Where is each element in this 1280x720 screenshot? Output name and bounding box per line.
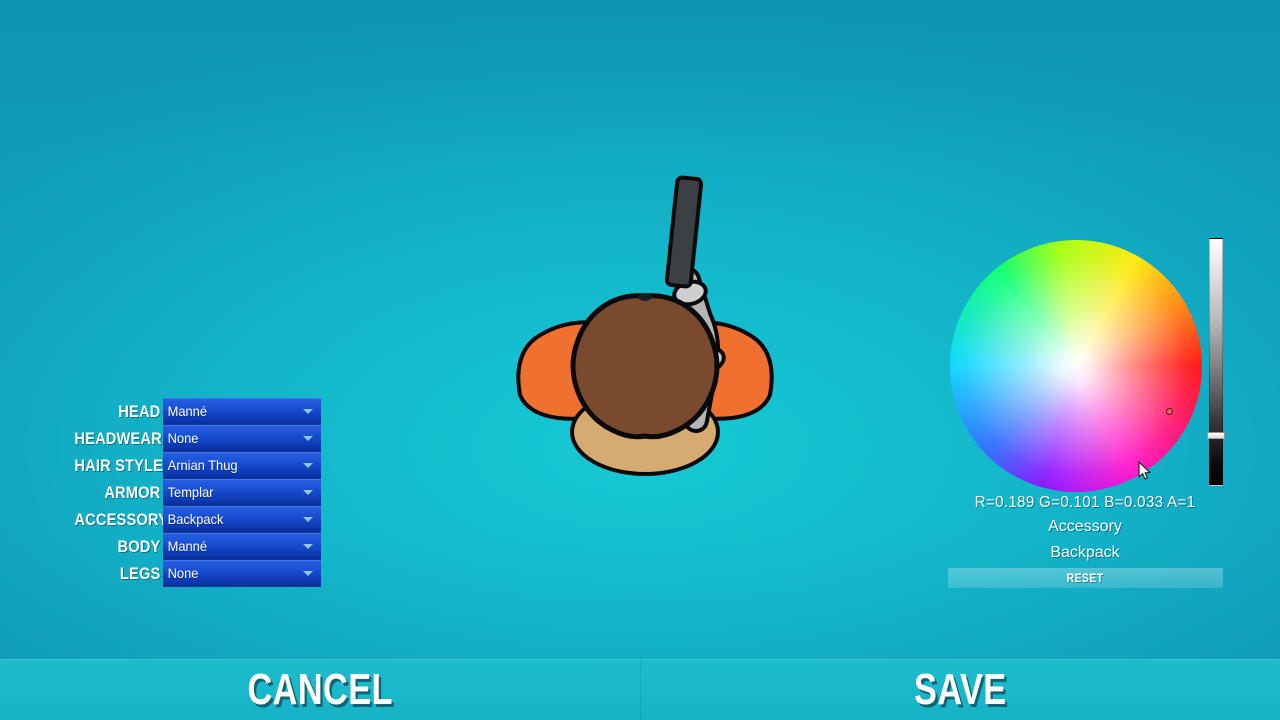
option-label-headwear: HEADWEAR (74, 429, 162, 448)
option-row-legs[interactable]: LEGS None (60, 560, 322, 587)
option-dropdown-legs[interactable]: None (163, 560, 321, 587)
chevron-down-icon (303, 544, 313, 549)
option-value-legs: None (167, 564, 199, 581)
option-value-hair-style: Arnian Thug (167, 456, 238, 473)
option-row-headwear[interactable]: HEADWEAR None (60, 425, 322, 452)
bottom-action-bar: CANCEL SAVE (0, 659, 1280, 720)
brightness-slider[interactable] (1209, 238, 1223, 486)
option-row-body[interactable]: BODY Manné (60, 533, 322, 560)
option-value-head: Manné (167, 402, 207, 419)
option-dropdown-hair-style[interactable]: Arnian Thug (163, 452, 321, 479)
character-preview[interactable] (500, 160, 790, 480)
option-label-hair-style: HAIR STYLE (74, 456, 164, 475)
option-value-accessory: Backpack (167, 510, 224, 527)
option-value-body: Manné (167, 537, 207, 554)
reset-button-label: RESET (1067, 571, 1104, 585)
character-customization-screen: HEAD Manné HEADWEAR None HAIR STYLE Arni… (0, 0, 1280, 720)
option-value-armor: Templar (167, 483, 214, 500)
color-wheel[interactable] (950, 240, 1202, 492)
cancel-button[interactable]: CANCEL (0, 659, 640, 720)
chevron-down-icon (303, 409, 313, 414)
mouse-cursor-icon (1138, 461, 1152, 481)
chevron-down-icon (303, 436, 313, 441)
option-label-legs: LEGS (119, 564, 161, 583)
option-label-accessory: ACCESSORY (74, 510, 169, 529)
color-wheel-selection-marker[interactable] (1166, 408, 1173, 415)
reset-button[interactable]: RESET (948, 568, 1223, 588)
chevron-down-icon (303, 517, 313, 522)
save-button-label: SAVE (913, 664, 1007, 714)
cancel-button-label: CANCEL (247, 664, 393, 714)
color-target-category: Accessory (1048, 518, 1122, 535)
option-dropdown-accessory[interactable]: Backpack (163, 506, 321, 533)
character-model (516, 175, 774, 476)
option-row-accessory[interactable]: ACCESSORY Backpack (60, 506, 322, 533)
color-target-item: Backpack (1050, 544, 1120, 561)
option-label-armor: ARMOR (104, 483, 161, 502)
option-row-armor[interactable]: ARMOR Templar (60, 479, 322, 506)
option-row-head[interactable]: HEAD Manné (60, 398, 322, 425)
option-label-body: BODY (117, 537, 161, 556)
option-dropdown-head[interactable]: Manné (163, 398, 321, 425)
rgb-readout: R=0.189 G=0.101 B=0.033 A=1 (974, 494, 1196, 511)
chevron-down-icon (303, 463, 313, 468)
option-value-headwear: None (167, 429, 199, 446)
option-dropdown-headwear[interactable]: None (163, 425, 321, 452)
option-row-hair-style[interactable]: HAIR STYLE Arnian Thug (60, 452, 322, 479)
customization-options-panel: HEAD Manné HEADWEAR None HAIR STYLE Arni… (60, 398, 322, 587)
hair (570, 293, 720, 440)
option-dropdown-body[interactable]: Manné (163, 533, 321, 560)
save-button[interactable]: SAVE (640, 659, 1280, 720)
color-picker-panel: R=0.189 G=0.101 B=0.033 A=1 Accessory Ba… (940, 232, 1230, 592)
chevron-down-icon (303, 490, 313, 495)
option-label-head: HEAD (118, 402, 161, 421)
brightness-slider-handle[interactable] (1207, 432, 1225, 439)
option-dropdown-armor[interactable]: Templar (163, 479, 321, 506)
chevron-down-icon (303, 571, 313, 576)
